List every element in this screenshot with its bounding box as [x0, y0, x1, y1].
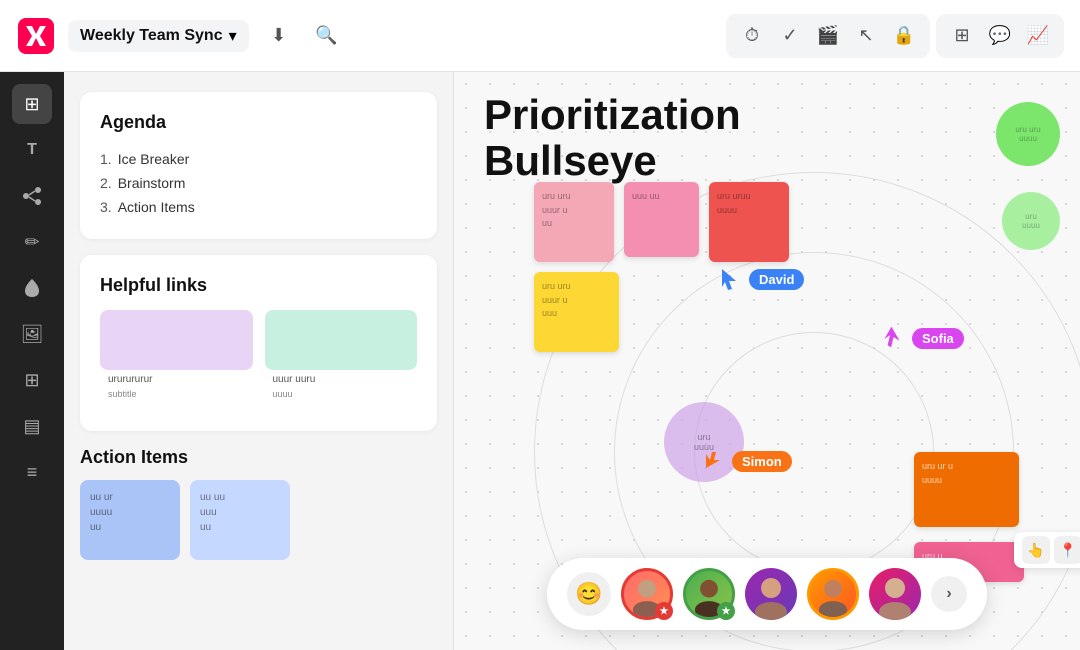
sidebar-item-template[interactable] — [12, 268, 52, 308]
avatar-sofia-badge: ★ — [655, 602, 673, 620]
sticky-2[interactable]: uuu uu — [624, 182, 699, 257]
sticky-3[interactable]: uru uruuuuuu — [709, 182, 789, 262]
cursor-icon[interactable]: ↖ — [848, 18, 884, 54]
download-button[interactable]: ⬇ — [261, 18, 297, 54]
lock-icon[interactable]: 🔒 — [886, 18, 922, 54]
agenda-card: Agenda 1. Ice Breaker 2. Brainstorm 3. A… — [80, 92, 437, 239]
agenda-item-2: 2. Brainstorm — [100, 171, 417, 195]
agenda-item-3-label: Action Items — [118, 199, 195, 215]
sofia-label: Sofia — [912, 328, 964, 349]
sidebar-item-pen[interactable]: ✏ — [12, 222, 52, 262]
toolbar-pin-icon[interactable]: 📍 — [1054, 536, 1080, 564]
sidebar-item-image[interactable]: 🖼 — [12, 314, 52, 354]
sidebar-item-table[interactable]: ▤ — [12, 406, 52, 446]
toolbar-hand-icon[interactable]: 👆 — [1022, 536, 1050, 564]
avatars-bar: 😊 ★ ★ — [547, 558, 987, 630]
sticky-orange[interactable]: uru ur uuuuu — [914, 452, 1019, 527]
agenda-item-1: 1. Ice Breaker — [100, 147, 417, 171]
simon-cursor: Simon — [704, 450, 792, 472]
logo — [16, 16, 56, 56]
sticky-1[interactable]: uru uruuuur uuu — [534, 182, 614, 262]
link-card-1-sublabel: subtitle — [100, 389, 253, 399]
link-card-2[interactable]: uuur uuru uuuu — [265, 310, 418, 399]
sidebar-item-connect[interactable] — [12, 176, 52, 216]
right-note-green-2: uruuuuu — [1002, 192, 1060, 250]
sidebar-item-more[interactable]: ≡ — [12, 452, 52, 492]
simon-label: Simon — [732, 451, 792, 472]
agenda-item-3: 3. Action Items — [100, 195, 417, 219]
action-items-section: Action Items uu uruuuuuu uu uuuuuuu — [80, 447, 437, 560]
next-avatar-button[interactable]: › — [931, 576, 967, 612]
topbar-right: ⏱ ✓ 🎬 ↖ 🔒 ⊞ 💬 📈 — [726, 14, 1064, 58]
workspace-title: Weekly Team Sync — [80, 27, 223, 45]
icon-group-2: ⊞ 💬 📈 — [936, 14, 1064, 58]
helpful-links-title: Helpful links — [100, 275, 417, 296]
emoji-button[interactable]: 😊 — [567, 572, 611, 616]
right-note-green-1: uru uruuuuu — [996, 102, 1060, 166]
search-button[interactable]: 🔍 — [309, 18, 345, 54]
sofia-cursor: Sofia — [884, 327, 964, 349]
agenda-item-2-label: Brainstorm — [118, 175, 186, 191]
avatar-marcus[interactable] — [745, 568, 797, 620]
agenda-item-1-label: Ice Breaker — [118, 151, 190, 167]
link-card-purple[interactable] — [100, 310, 253, 370]
action-items-title: Action Items — [80, 447, 437, 468]
avatar-alex-badge: ★ — [717, 602, 735, 620]
mini-toolbar: 👆 📍 — [1014, 532, 1080, 568]
timer-icon[interactable]: ⏱ — [734, 18, 770, 54]
link-card-2-label: uuur uuru — [265, 370, 418, 389]
david-cursor: David — [719, 267, 804, 291]
chevron-down-icon: ▾ — [229, 26, 237, 46]
grid-icon[interactable]: ⊞ — [944, 18, 980, 54]
avatar-jordan[interactable] — [807, 568, 859, 620]
icon-group-1: ⏱ ✓ 🎬 ↖ 🔒 — [726, 14, 930, 58]
topbar: Weekly Team Sync ▾ ⬇ 🔍 ⏱ ✓ 🎬 ↖ 🔒 ⊞ 💬 📈 — [0, 0, 1080, 72]
links-row: ururururur subtitle uuur uuru uuuu — [100, 310, 417, 399]
sidebar: ⊞ T ✏ 🖼 ⊞ ▤ ≡ — [0, 72, 64, 650]
video-icon[interactable]: 🎬 — [810, 18, 846, 54]
link-card-green[interactable] — [265, 310, 418, 370]
david-label: David — [749, 269, 804, 290]
avatar-taylor[interactable] — [869, 568, 921, 620]
agenda-title: Agenda — [100, 112, 417, 133]
sidebar-item-text[interactable]: T — [12, 130, 52, 170]
avatar-sofia[interactable]: ★ — [621, 568, 673, 620]
main-layout: ⊞ T ✏ 🖼 ⊞ ▤ ≡ Agenda 1. Ice Breaker — [0, 72, 1080, 650]
bullseye-line2: Bullseye — [484, 137, 657, 184]
avatar-alex[interactable]: ★ — [683, 568, 735, 620]
link-card-2-sublabel: uuuu — [265, 389, 418, 399]
sidebar-item-apps[interactable]: ⊞ — [12, 360, 52, 400]
workspace-title-area[interactable]: Weekly Team Sync ▾ — [68, 20, 249, 52]
left-panel: Agenda 1. Ice Breaker 2. Brainstorm 3. A… — [64, 72, 454, 650]
content: Agenda 1. Ice Breaker 2. Brainstorm 3. A… — [64, 72, 1080, 650]
action-note-1: uu uruuuuuu — [80, 480, 180, 560]
checklist-icon[interactable]: ✓ — [772, 18, 808, 54]
link-card-1[interactable]: ururururur subtitle — [100, 310, 253, 399]
helpful-links-card: Helpful links ururururur subtitle uuur u… — [80, 255, 437, 431]
sticky-4[interactable]: uru uruuuur uuuu — [534, 272, 619, 352]
action-note-2: uu uuuuuuu — [190, 480, 290, 560]
agenda-list: 1. Ice Breaker 2. Brainstorm 3. Action I… — [100, 147, 417, 219]
sidebar-item-frames[interactable]: ⊞ — [12, 84, 52, 124]
action-notes-row: uu uruuuuuu uu uuuuuuu — [80, 480, 437, 560]
chat-icon[interactable]: 💬 — [982, 18, 1018, 54]
bullseye-line1: Prioritization — [484, 91, 741, 138]
chart-icon[interactable]: 📈 — [1020, 18, 1056, 54]
canvas[interactable]: Prioritization Bullseye uru uruuuur uuu … — [454, 72, 1080, 650]
bullseye-title: Prioritization Bullseye — [484, 92, 741, 184]
link-card-1-label: ururururur — [100, 370, 253, 389]
